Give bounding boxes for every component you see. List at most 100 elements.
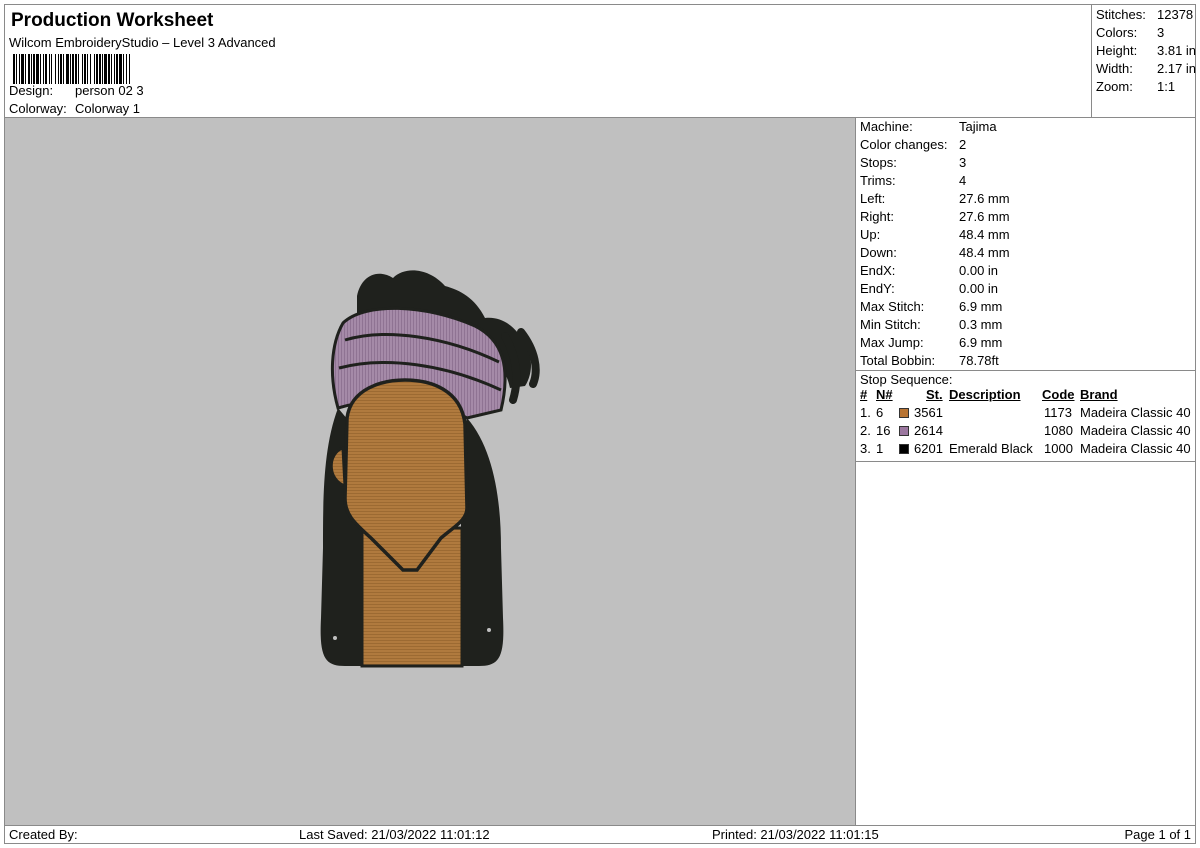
machine-value: 3 <box>959 155 967 170</box>
stat-zoom: Zoom: 1:1 <box>1096 79 1175 94</box>
col-header-needle: N# <box>876 387 893 402</box>
printed-date: Printed: 21/03/2022 11:01:15 <box>712 827 879 842</box>
machine-label: Max Jump: <box>860 335 924 350</box>
design-label: Design: <box>9 83 54 98</box>
embroidery-design-image <box>320 270 540 668</box>
colorway-value: Colorway 1 <box>75 101 141 116</box>
machine-value: 27.6 mm <box>959 209 1010 224</box>
machine-row: Min Stitch: 0.3 mm <box>860 317 1002 335</box>
machine-row: Max Jump: 6.9 mm <box>860 335 1002 353</box>
stat-value: 3 <box>1157 25 1165 40</box>
stat-width: Width: 2.17 in <box>1096 61 1196 76</box>
hair-gap <box>487 628 491 632</box>
stop-cell-brand: Madeira Classic 40 <box>1080 423 1191 438</box>
machine-label: EndY: <box>860 281 895 296</box>
stop-sequence-title: Stop Sequence: <box>860 372 953 387</box>
machine-row: Stops: 3 <box>860 155 966 173</box>
created-by: Created By: <box>9 827 78 842</box>
machine-row: Right: 27.6 mm <box>860 209 1010 227</box>
machine-value: 6.9 mm <box>959 299 1003 314</box>
stat-label: Zoom: <box>1096 79 1133 94</box>
hair-gap <box>333 636 337 640</box>
stat-value: 1:1 <box>1157 79 1176 94</box>
col-header-brand: Brand <box>1080 387 1118 402</box>
machine-label: Up: <box>860 227 881 242</box>
stat-label: Width: <box>1096 61 1133 76</box>
stat-value: 12378 <box>1157 7 1194 22</box>
col-header-description: Description <box>949 387 1021 402</box>
machine-row: Trims: 4 <box>860 173 966 191</box>
machine-value: 78.78ft <box>959 353 999 368</box>
stat-stitches: Stitches: 12378 <box>1096 7 1193 22</box>
stop-cell-description: Emerald Black <box>949 441 1033 456</box>
stat-label: Stitches: <box>1096 7 1146 22</box>
last-saved: Last Saved: 21/03/2022 11:01:12 <box>299 827 490 842</box>
stat-label: Colors: <box>1096 25 1138 40</box>
worksheet-header: Production Worksheet Wilcom EmbroiderySt… <box>4 4 1092 118</box>
page-title: Production Worksheet <box>11 10 214 31</box>
stat-colors: Colors: 3 <box>1096 25 1164 40</box>
stop-cell-n: 1 <box>876 441 884 456</box>
col-header-code: Code <box>1042 387 1075 402</box>
design-preview-canvas <box>4 117 856 826</box>
machine-label: Color changes: <box>860 137 948 152</box>
machine-row: Down: 48.4 mm <box>860 245 1010 263</box>
thread-color-swatch <box>899 444 909 454</box>
stop-cell-st: 3561 <box>914 405 943 420</box>
stat-value: 2.17 in <box>1157 61 1197 76</box>
machine-label: Total Bobbin: <box>860 353 936 368</box>
col-header-stitches: St. <box>926 387 943 402</box>
stop-cell-num: 1. <box>860 405 871 420</box>
machine-value: 0.3 mm <box>959 317 1003 332</box>
stop-cell-num: 3. <box>860 441 871 456</box>
machine-value: 2 <box>959 137 967 152</box>
stop-cell-n: 16 <box>876 423 891 438</box>
stop-cell-brand: Madeira Classic 40 <box>1080 405 1191 420</box>
stat-label: Height: <box>1096 43 1138 58</box>
machine-label: Down: <box>860 245 897 260</box>
design-stats: Stitches: 12378 Colors: 3 Height: 3.81 in W… <box>1091 4 1196 118</box>
machine-info-panel: Machine: Tajima Color changes: 2 Stops: 3 Trim… <box>855 117 1196 826</box>
stop-cell-num: 2. <box>860 423 871 438</box>
machine-value: 48.4 mm <box>959 227 1010 242</box>
stat-value: 3.81 in <box>1157 43 1197 58</box>
machine-value: 0.00 in <box>959 263 999 278</box>
stop-cell-st: 6201 <box>914 441 943 456</box>
divider <box>856 370 1195 371</box>
machine-label: Max Stitch: <box>860 299 925 314</box>
machine-value: Tajima <box>959 119 997 134</box>
stop-cell-brand: Madeira Classic 40 <box>1080 441 1191 456</box>
stop-cell-n: 6 <box>876 405 884 420</box>
machine-value: 4 <box>959 173 967 188</box>
stop-cell-st: 2614 <box>914 423 943 438</box>
machine-label: Trims: <box>860 173 896 188</box>
stop-cell-code: 1000 <box>1044 441 1073 456</box>
machine-row: EndY: 0.00 in <box>860 281 998 299</box>
stop-cell-code: 1080 <box>1044 423 1073 438</box>
machine-label: Machine: <box>860 119 913 134</box>
barcode-image <box>13 54 130 84</box>
stat-height: Height: 3.81 in <box>1096 43 1196 58</box>
software-name: Wilcom EmbroideryStudio – Level 3 Advanc… <box>9 35 276 50</box>
page-number: Page 1 of 1 <box>1124 827 1192 842</box>
worksheet-footer: Created By: Last Saved: 21/03/2022 11:01… <box>4 825 1196 844</box>
machine-label: EndX: <box>860 263 896 278</box>
machine-value: 48.4 mm <box>959 245 1010 260</box>
thread-color-swatch <box>899 426 909 436</box>
colorway-label: Colorway: <box>9 101 67 116</box>
machine-row: Machine: Tajima <box>860 119 997 137</box>
machine-row: Up: 48.4 mm <box>860 227 1010 245</box>
machine-row: Left: 27.6 mm <box>860 191 1010 209</box>
machine-row: Total Bobbin: 78.78ft <box>860 353 999 371</box>
machine-row: Color changes: 2 <box>860 137 966 155</box>
machine-row: Max Stitch: 6.9 mm <box>860 299 1002 317</box>
stop-cell-code: 1173 <box>1044 405 1072 420</box>
divider <box>856 461 1195 462</box>
machine-row: EndX: 0.00 in <box>860 263 998 281</box>
machine-value: 6.9 mm <box>959 335 1003 350</box>
machine-value: 27.6 mm <box>959 191 1010 206</box>
machine-label: Stops: <box>860 155 897 170</box>
col-header-num: # <box>860 387 868 402</box>
machine-label: Right: <box>860 209 894 224</box>
design-value: person 02 3 <box>75 83 144 98</box>
